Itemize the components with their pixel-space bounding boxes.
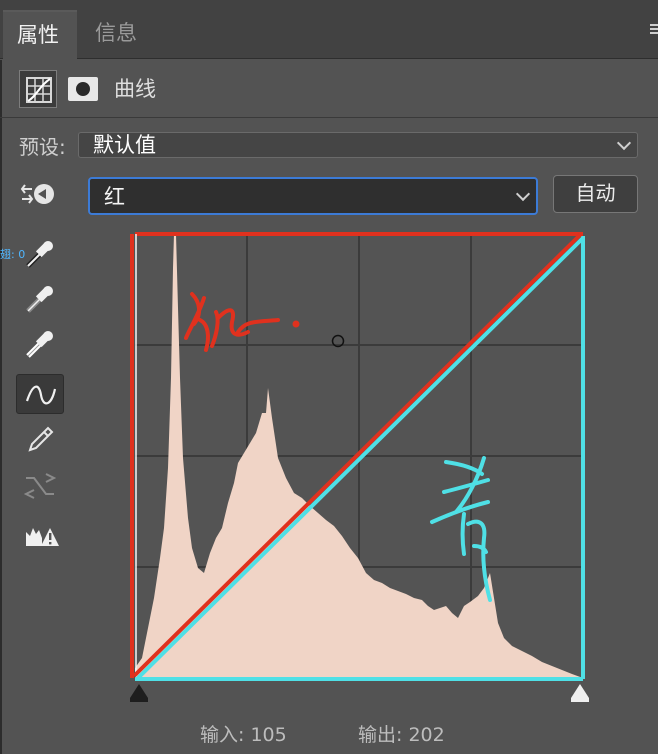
target-adjustment-icon[interactable] [20, 180, 58, 210]
curves-adjustment-icon[interactable] [19, 70, 57, 108]
panel-menu-icon[interactable] [650, 22, 658, 36]
edit-points-curve-icon[interactable] [16, 374, 64, 414]
panel-title: 曲线 [114, 77, 156, 101]
preset-dropdown[interactable]: 默认值 [78, 132, 638, 158]
output-readout: 输出: 202 [358, 722, 445, 748]
black-point-eyedropper-icon[interactable] [16, 234, 64, 274]
gray-point-eyedropper-icon[interactable] [16, 279, 64, 319]
tab-info[interactable]: 信息 [81, 10, 151, 59]
input-label: 输入: [200, 724, 245, 746]
input-readout: 输入: 105 [200, 722, 287, 748]
channel-dropdown[interactable]: 红 [88, 177, 538, 215]
tab-bar: 属性 信息 [0, 0, 658, 59]
output-label: 输出: [358, 724, 403, 746]
preset-value: 默认值 [93, 133, 156, 157]
chevron-down-icon [616, 135, 632, 151]
clipping-warning-icon[interactable] [16, 516, 64, 556]
black-input-slider[interactable] [130, 684, 148, 702]
white-input-slider[interactable] [571, 684, 589, 702]
auto-button[interactable]: 自动 [553, 175, 638, 213]
tab-properties[interactable]: 属性 [3, 10, 77, 59]
white-point-eyedropper-icon[interactable] [16, 324, 64, 364]
layer-mask-icon[interactable] [67, 76, 99, 102]
input-value: 105 [250, 724, 287, 746]
panel-edge [0, 60, 2, 754]
chevron-down-icon [515, 186, 531, 202]
pencil-draw-icon[interactable] [16, 420, 64, 460]
smooth-curve-icon[interactable] [16, 466, 64, 506]
preset-label: 预设: [19, 135, 66, 159]
channel-value: 红 [104, 185, 125, 209]
panel-header: 曲线 [0, 60, 658, 118]
curves-graph[interactable] [128, 228, 590, 684]
output-value: 202 [408, 724, 445, 746]
